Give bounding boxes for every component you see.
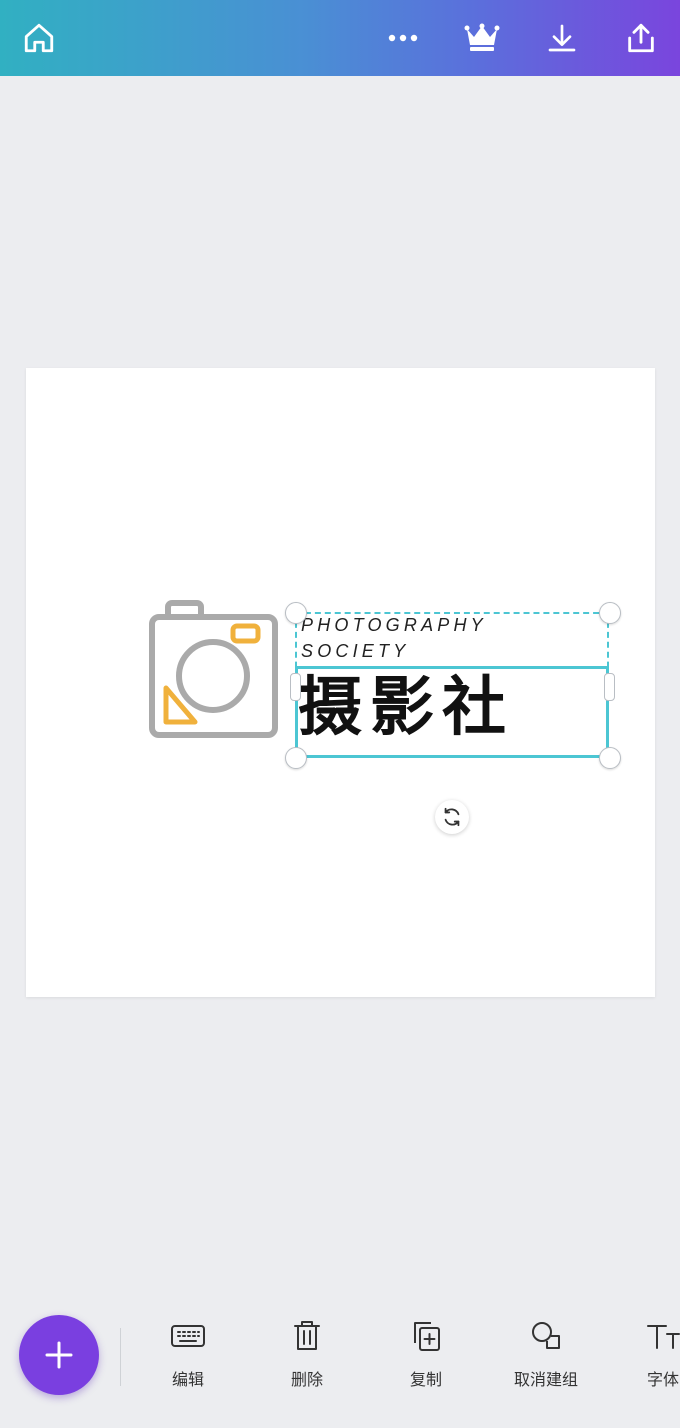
- resize-handle-top-right[interactable]: [599, 602, 621, 624]
- ungroup-label: 取消建组: [513, 1370, 578, 1389]
- edit-button[interactable]: 编辑: [158, 1316, 218, 1396]
- keyboard-icon: [168, 1316, 208, 1356]
- font-button[interactable]: 字体: [645, 1316, 680, 1396]
- resize-handle-bottom-left[interactable]: [285, 747, 307, 769]
- camera-icon[interactable]: [148, 600, 280, 740]
- copy-button[interactable]: 复制: [396, 1316, 456, 1396]
- resize-handle-top-left[interactable]: [285, 602, 307, 624]
- text-selection-box[interactable]: [295, 666, 609, 758]
- top-toolbar: [0, 0, 680, 76]
- rotate-icon[interactable]: [435, 800, 469, 834]
- more-icon[interactable]: [383, 18, 423, 58]
- delete-button[interactable]: 删除: [277, 1316, 337, 1396]
- download-icon[interactable]: [542, 18, 582, 58]
- font-icon: [645, 1316, 680, 1356]
- toolbar-divider: [120, 1328, 121, 1386]
- edit-label: 编辑: [171, 1370, 204, 1389]
- crown-icon[interactable]: [462, 18, 502, 58]
- resize-handle-bottom-right[interactable]: [599, 747, 621, 769]
- font-label: 字体: [647, 1370, 680, 1389]
- copy-label: 复制: [409, 1370, 442, 1389]
- copy-icon: [406, 1316, 446, 1356]
- resize-handle-left[interactable]: [290, 673, 301, 701]
- plus-icon: [45, 1341, 73, 1369]
- ungroup-button[interactable]: 取消建组: [505, 1316, 587, 1396]
- home-icon[interactable]: [19, 18, 59, 58]
- resize-handle-right[interactable]: [604, 673, 615, 701]
- trash-icon: [287, 1316, 327, 1356]
- ungroup-icon: [526, 1316, 566, 1356]
- delete-label: 删除: [290, 1370, 323, 1389]
- add-button[interactable]: [19, 1315, 99, 1395]
- share-icon[interactable]: [621, 18, 661, 58]
